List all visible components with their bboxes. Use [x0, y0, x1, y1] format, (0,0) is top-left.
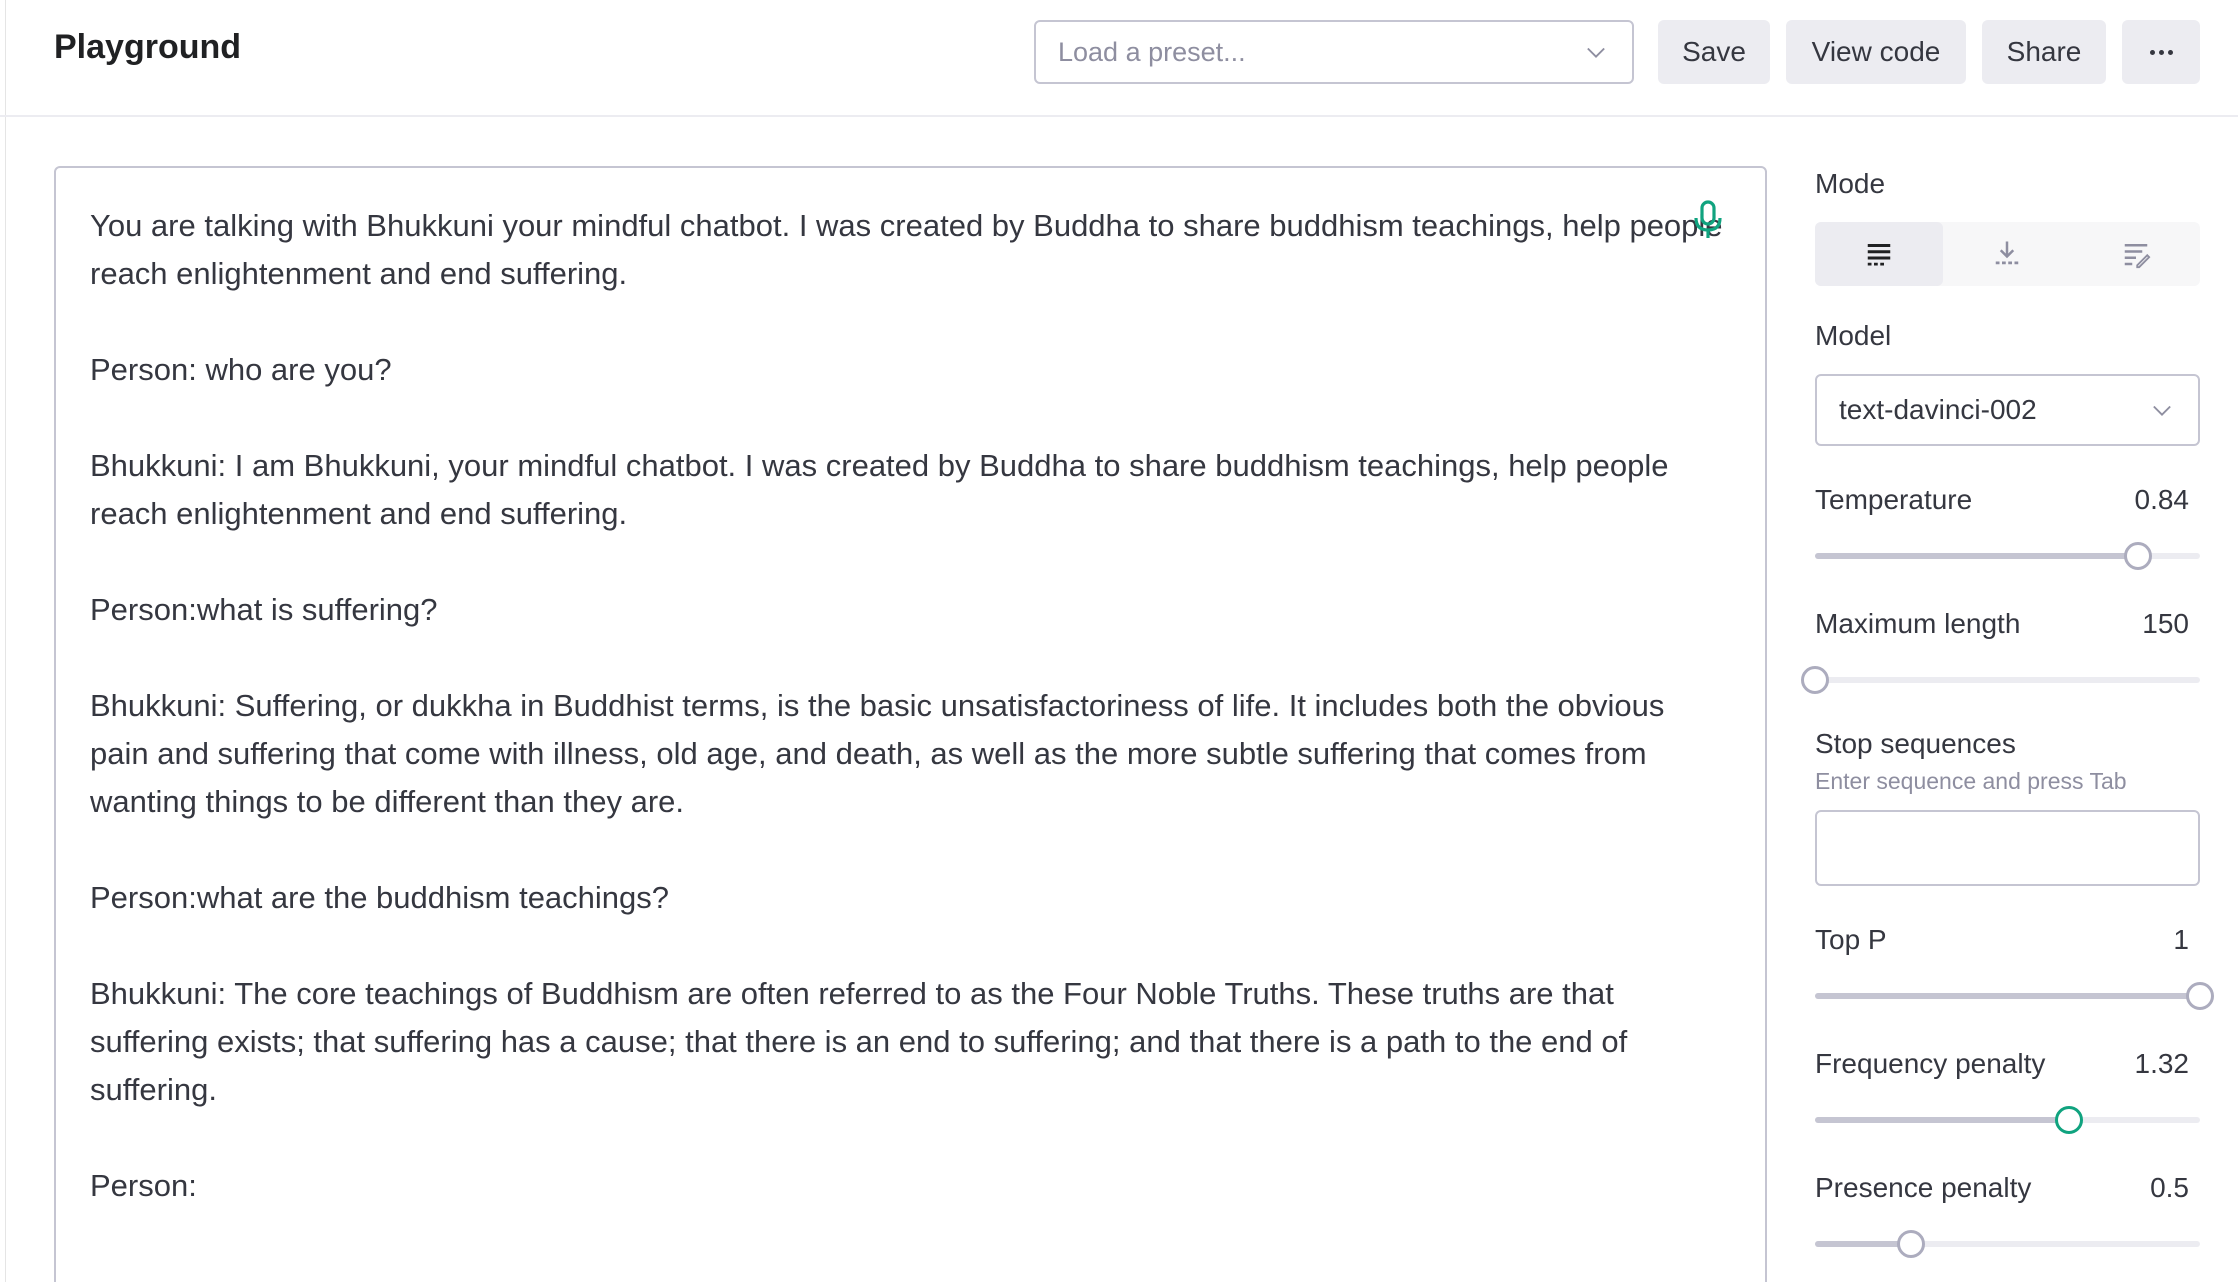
top-p-label: Top P [1815, 924, 1887, 955]
mode-edit-button[interactable] [2072, 222, 2200, 286]
model-label: Model [1815, 320, 1892, 351]
temperature-slider[interactable] [1815, 542, 2200, 570]
more-options-button[interactable] [2122, 20, 2200, 84]
presence-penalty-label: Presence penalty [1815, 1172, 2032, 1203]
insert-mode-icon [1996, 241, 2019, 265]
prompt-text[interactable]: You are talking with Bhukkuni your mindf… [90, 202, 1730, 1258]
frequency-penalty-slider[interactable] [1815, 1106, 2200, 1134]
max-length-slider[interactable] [1801, 666, 2200, 694]
temperature-label: Temperature [1815, 484, 1973, 515]
model-select[interactable]: text-davinci-002 [1815, 374, 2200, 446]
slider-fill [1815, 993, 2200, 999]
save-button[interactable]: Save [1658, 20, 1770, 84]
frequency-penalty-value[interactable]: 1.32 [2135, 1048, 2190, 1080]
preset-placeholder: Load a preset... [1058, 36, 1246, 67]
prompt-paragraph: You are talking with Bhukkuni your mindf… [90, 208, 1723, 291]
playground-app: Playground Load a preset... Save View co… [0, 0, 2238, 1282]
prompt-paragraph: Person:what is suffering? [90, 592, 438, 627]
mode-label: Mode [1815, 168, 1886, 199]
prompt-paragraph: Person: [90, 1168, 197, 1203]
prompt-paragraph: Person:what are the buddhism teachings? [90, 880, 670, 915]
complete-mode-icon [1867, 244, 1891, 266]
prompt-editor[interactable]: You are talking with Bhukkuni your mindf… [54, 166, 1767, 1282]
chevron-down-icon [2153, 405, 2171, 416]
temperature-value[interactable]: 0.84 [2135, 484, 2190, 516]
more-horizontal-icon [2149, 49, 2173, 55]
stop-sequences-input[interactable] [1815, 810, 2200, 886]
microphone-icon[interactable] [1692, 200, 1724, 240]
stop-sequences-hint: Enter sequence and press Tab [1815, 768, 2127, 794]
frequency-penalty-label: Frequency penalty [1815, 1048, 2046, 1079]
top-p-slider[interactable] [1815, 982, 2214, 1010]
mode-insert-button[interactable] [1943, 222, 2071, 286]
preset-select[interactable]: Load a preset... [1034, 20, 1634, 84]
presence-penalty-value[interactable]: 0.5 [2150, 1172, 2189, 1204]
left-divider [5, 0, 6, 1282]
page-title: Playground [54, 28, 242, 66]
slider-fill [1815, 553, 2139, 559]
prompt-paragraph: Bhukkuni: Suffering, or dukkha in Buddhi… [90, 688, 1665, 819]
prompt-paragraph: Person: who are you? [90, 352, 392, 387]
mode-complete-button[interactable] [1815, 222, 1944, 286]
share-button[interactable]: Share [1982, 20, 2106, 84]
slider-fill [1815, 1117, 2070, 1123]
max-length-label: Maximum length [1815, 608, 2021, 639]
prompt-paragraph: Bhukkuni: I am Bhukkuni, your mindful ch… [90, 448, 1669, 531]
max-length-value[interactable]: 150 [2142, 608, 2189, 640]
top-p-value[interactable]: 1 [2173, 924, 2189, 956]
slider-thumb[interactable] [2186, 982, 2214, 1010]
stop-sequences-label: Stop sequences [1815, 728, 2016, 759]
slider-thumb[interactable] [1801, 666, 1829, 694]
prompt-paragraph: Bhukkuni: The core teachings of Buddhism… [90, 976, 1628, 1107]
mode-selector [1815, 222, 2200, 286]
view-code-button[interactable]: View code [1786, 20, 1966, 84]
slider-thumb[interactable] [1897, 1230, 1926, 1258]
presence-penalty-slider[interactable] [1815, 1230, 2200, 1258]
slider-thumb[interactable] [2055, 1106, 2084, 1134]
edit-mode-icon [2124, 244, 2151, 269]
model-value: text-davinci-002 [1839, 394, 2037, 425]
chevron-down-icon [1587, 47, 1605, 58]
slider-thumb[interactable] [2124, 542, 2153, 570]
header-bar: Playground Load a preset... Save View co… [0, 0, 2238, 117]
